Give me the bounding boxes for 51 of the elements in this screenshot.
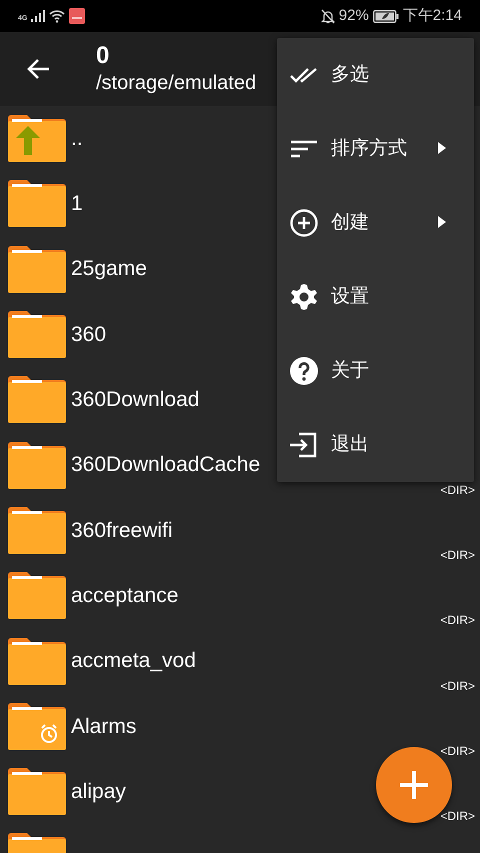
menu-item[interactable]: 设置 <box>277 260 474 334</box>
sort-icon <box>291 140 317 158</box>
file-name[interactable]: Alarms <box>71 710 136 742</box>
folder-icon <box>8 442 66 489</box>
menu-item[interactable]: 创建 <box>277 186 474 260</box>
add-circle-icon <box>290 209 318 237</box>
file-name[interactable]: 25game <box>71 253 147 285</box>
file-type-label: <DIR> <box>440 482 475 499</box>
file-name[interactable]: acceptance <box>71 580 178 612</box>
folder-icon <box>8 311 66 358</box>
menu-item[interactable]: 排序方式 <box>277 112 474 186</box>
settings-icon <box>290 283 318 311</box>
file-type-label: <DIR> <box>440 612 475 630</box>
folder-icon <box>8 768 66 816</box>
signal-icon <box>31 10 46 22</box>
file-type-label: <DIR> <box>440 742 475 760</box>
app-notification-icon <box>69 8 86 24</box>
folder-icon <box>8 376 66 424</box>
plus-icon <box>400 771 428 799</box>
menu-item[interactable]: 多选 <box>277 38 474 112</box>
up-folder-icon <box>8 115 66 162</box>
double-check-icon <box>290 67 318 83</box>
file-name[interactable]: 360Download <box>71 384 200 416</box>
folder-icon <box>8 180 66 228</box>
menu-item[interactable]: 退出 <box>277 408 474 482</box>
folder-title: 0 <box>96 42 110 70</box>
file-name[interactable]: 360freewifi <box>71 514 173 546</box>
exit-icon <box>290 431 318 459</box>
bell-off-icon <box>320 8 335 24</box>
wifi-icon <box>49 10 66 22</box>
file-name[interactable]: .. <box>71 122 83 154</box>
folder-icon <box>8 638 66 685</box>
battery-percent: 92% <box>338 6 369 26</box>
folder-icon <box>8 572 66 620</box>
file-type-label: <DIR> <box>440 547 475 564</box>
folder-icon <box>8 506 66 554</box>
file-name[interactable]: 360 <box>71 318 106 350</box>
help-icon <box>290 357 318 385</box>
file-name[interactable]: 1 <box>71 188 83 220</box>
menu-item[interactable]: 关于 <box>277 334 474 408</box>
clock: 下午2:14 <box>402 6 462 26</box>
file-name[interactable]: accmeta_vod <box>71 645 196 677</box>
back-arrow-icon <box>26 58 50 80</box>
alarm-folder-icon <box>8 702 66 750</box>
file-name[interactable]: 360DownloadCache <box>71 449 260 481</box>
battery-icon <box>372 10 399 22</box>
file-name[interactable]: alipay <box>71 776 126 808</box>
file-type-label: <DIR> <box>440 678 475 695</box>
file-type-label: <DIR> <box>440 808 475 826</box>
folder-icon <box>8 246 66 293</box>
folder-path: /storage/emulated <box>96 71 256 96</box>
